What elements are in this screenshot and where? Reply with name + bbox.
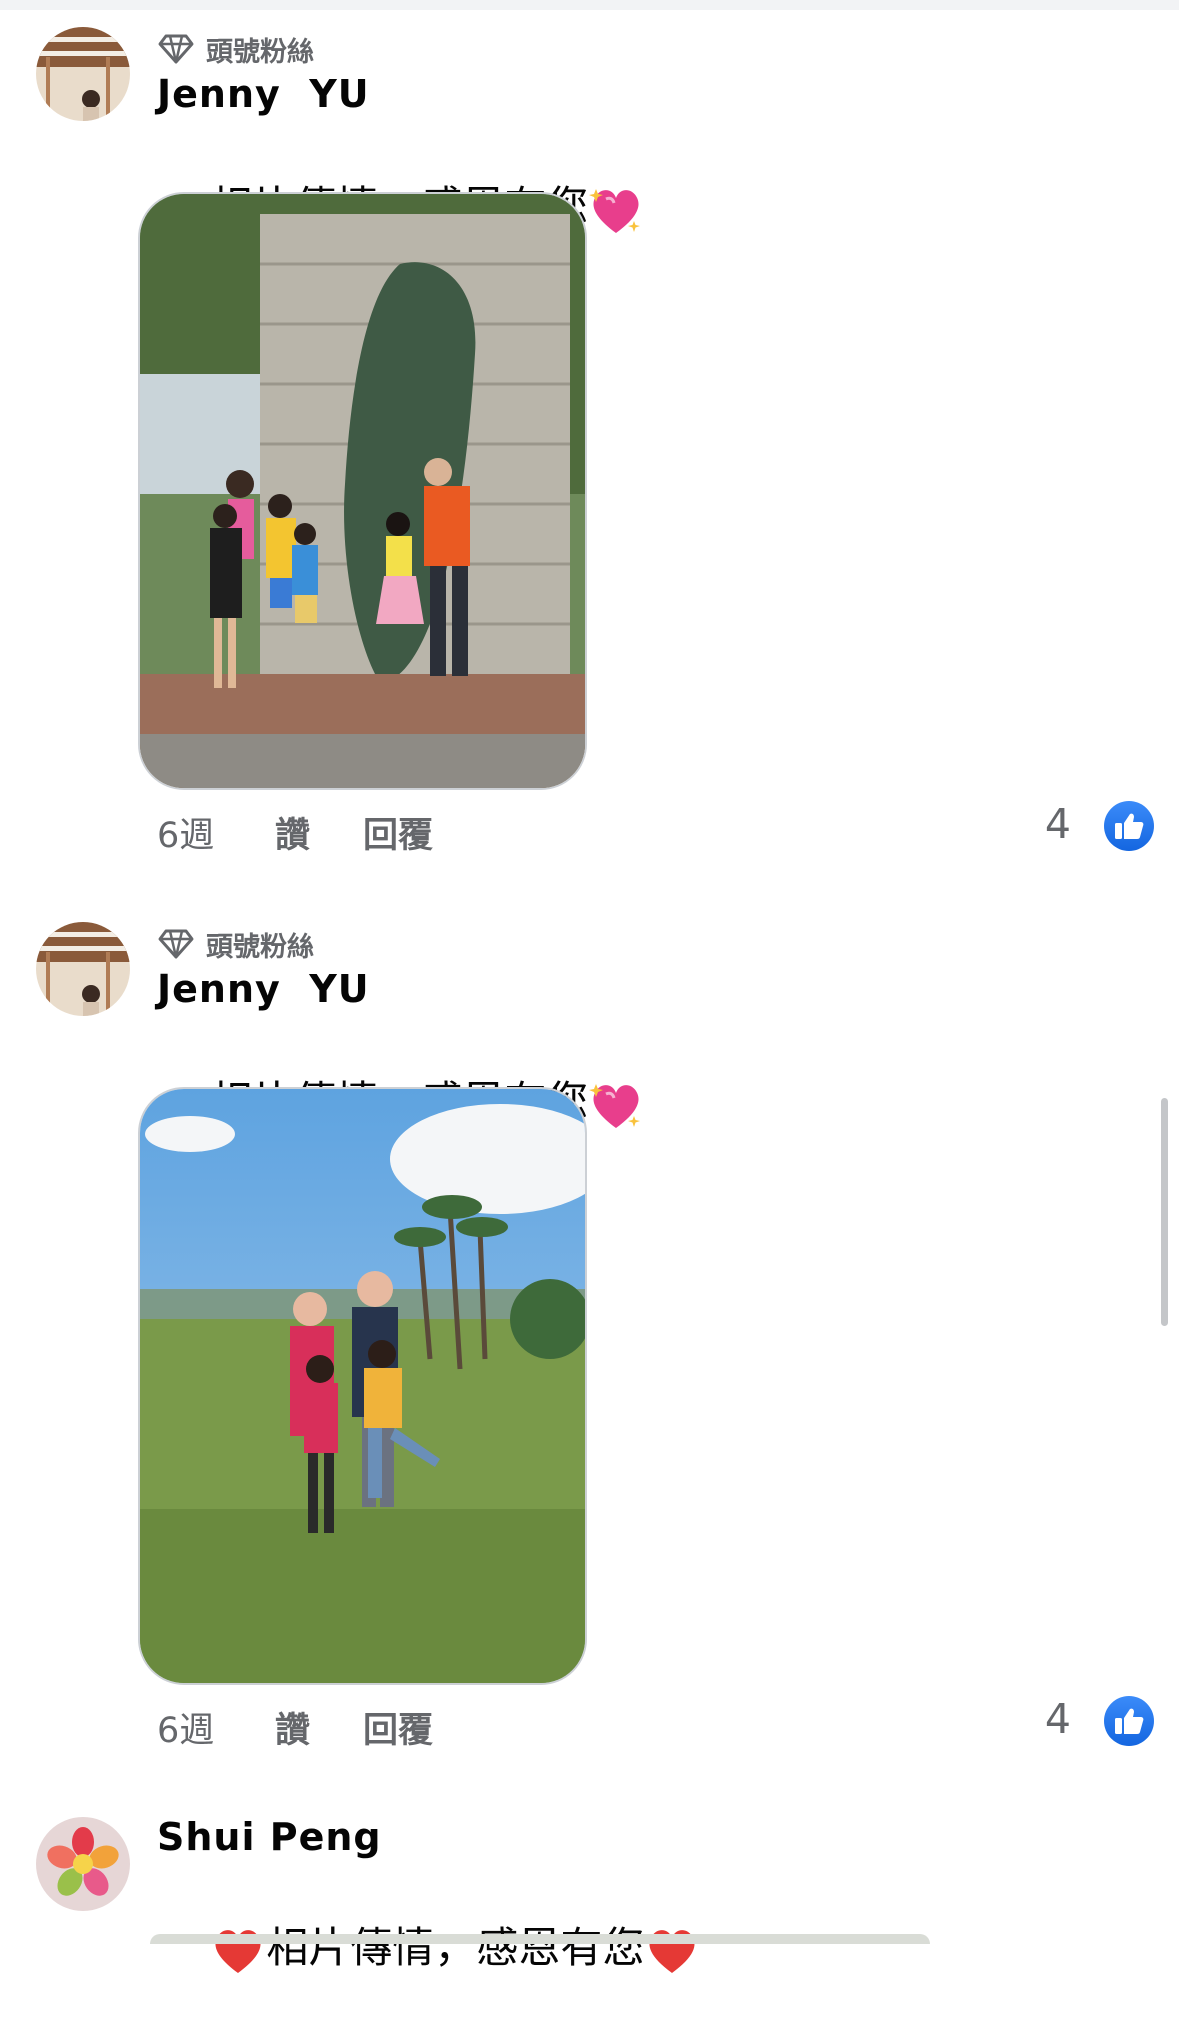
scrollbar[interactable] (1161, 1098, 1168, 1326)
comment-photo-partial[interactable] (150, 1934, 930, 1944)
comment-actions: 6週 讚 回覆 (157, 807, 433, 857)
like-count[interactable]: 4 (1045, 1695, 1071, 1743)
avatar[interactable] (36, 922, 130, 1016)
comment-time: 6週 (157, 1710, 215, 1751)
thumbs-up-icon[interactable] (1104, 1696, 1154, 1746)
diamond-icon (158, 34, 194, 64)
avatar[interactable] (36, 1817, 130, 1911)
reply-button[interactable]: 回覆 (363, 807, 433, 858)
comment-author[interactable]: Shui Peng (157, 1815, 382, 1859)
sparkling-heart-icon (589, 1083, 641, 1128)
sparkling-heart-icon (589, 188, 641, 233)
top-fan-badge: 頭號粉絲 (158, 926, 314, 963)
top-divider (0, 0, 1179, 10)
like-count[interactable]: 4 (1045, 800, 1071, 848)
top-fan-badge: 頭號粉絲 (158, 31, 314, 68)
comment-author[interactable]: Jenny YU (157, 967, 370, 1011)
badge-label: 頭號粉絲 (206, 931, 314, 963)
comment-author[interactable]: Jenny YU (157, 72, 370, 116)
comment-text: 相片傳情，感恩有您 (157, 1865, 700, 2026)
badge-label: 頭號粉絲 (206, 36, 314, 68)
diamond-icon (158, 929, 194, 959)
comment-actions: 6週 讚 回覆 (157, 1702, 433, 1752)
avatar[interactable] (36, 27, 130, 121)
like-button[interactable]: 讚 (275, 1702, 363, 1753)
comment-text-content: 相片傳情，感恩有您 (266, 1923, 645, 1972)
comment-time: 6週 (157, 815, 215, 856)
red-heart-icon (649, 1929, 695, 1973)
red-heart-icon (215, 1929, 261, 1973)
like-button[interactable]: 讚 (275, 807, 363, 858)
comment-photo[interactable] (138, 1087, 587, 1685)
comment-photo[interactable] (138, 192, 587, 790)
reply-button[interactable]: 回覆 (363, 1702, 433, 1753)
thumbs-up-icon[interactable] (1104, 801, 1154, 851)
